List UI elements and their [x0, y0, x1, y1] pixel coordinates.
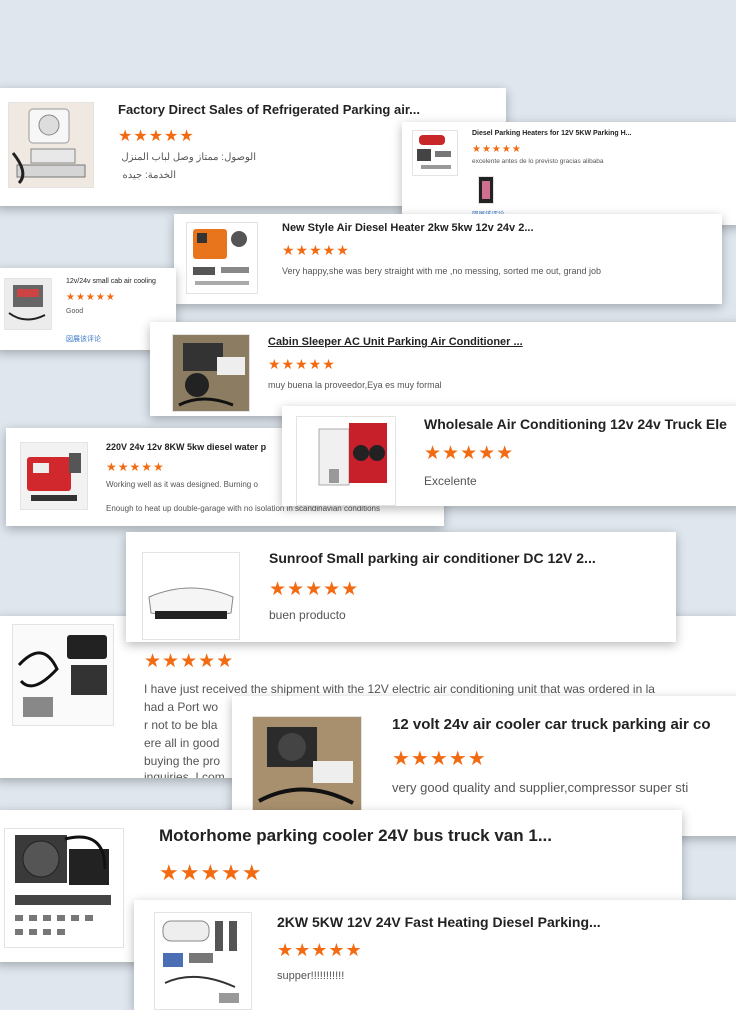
product-title[interactable]: Motorhome parking cooler 24V bus truck v…: [159, 826, 552, 846]
review-text: Excelente: [424, 474, 477, 488]
review-text: الوصول: ممتاز وصل لباب المنزل: [121, 152, 256, 163]
review-text: I have just received the shipment with t…: [144, 682, 655, 696]
star-rating: ★★★★★: [159, 860, 263, 885]
star-rating: ★★★★★: [66, 292, 116, 303]
star-rating: ★★★★★: [269, 579, 360, 600]
review-text: Very happy,she was bery straight with me…: [282, 266, 601, 276]
review-text: very good quality and supplier,compresso…: [392, 780, 689, 795]
review-card-diesel-heaters[interactable]: Diesel Parking Heaters for 12V 5KW Parki…: [402, 122, 736, 225]
product-image[interactable]: [172, 334, 250, 412]
review-card-new-style-heater[interactable]: New Style Air Diesel Heater 2kw 5kw 12v …: [174, 214, 722, 304]
product-image[interactable]: [4, 278, 52, 330]
review-text: r not to be bla: [144, 718, 218, 732]
star-rating: ★★★★★: [472, 144, 522, 155]
review-photo[interactable]: [478, 176, 494, 204]
star-rating: ★★★★★: [144, 651, 235, 672]
product-title[interactable]: Sunroof Small parking air conditioner DC…: [269, 550, 596, 566]
review-card-cabin-sleeper[interactable]: Cabin Sleeper AC Unit Parking Air Condit…: [150, 322, 736, 416]
product-image[interactable]: [12, 624, 114, 726]
product-image[interactable]: [20, 442, 88, 510]
review-text: excelente antes de lo previsto gracias a…: [472, 158, 604, 165]
review-text: ere all in good: [144, 736, 220, 750]
star-rating: ★★★★★: [106, 460, 165, 474]
product-title[interactable]: Factory Direct Sales of Refrigerated Par…: [118, 102, 420, 117]
product-title[interactable]: 12 volt 24v air cooler car truck parking…: [392, 716, 710, 733]
product-title[interactable]: Cabin Sleeper AC Unit Parking Air Condit…: [268, 336, 523, 348]
review-text: Good: [66, 308, 84, 315]
view-review-link[interactable]: 図展该评论: [66, 334, 101, 344]
review-text: inquiries. I com: [144, 770, 225, 778]
product-title[interactable]: 12v/24v small cab air cooling: [66, 278, 156, 285]
review-card-wholesale-ac[interactable]: Wholesale Air Conditioning 12v 24v Truck…: [282, 406, 736, 506]
product-image[interactable]: [142, 552, 240, 640]
product-image[interactable]: [154, 912, 252, 1010]
review-card-sunroof[interactable]: Sunroof Small parking air conditioner DC…: [126, 532, 676, 642]
review-text: supper!!!!!!!!!!!: [277, 970, 345, 982]
review-text: muy buena la proveedor,Eya es muy formal: [268, 380, 442, 390]
product-image[interactable]: [8, 102, 94, 188]
product-title[interactable]: Diesel Parking Heaters for 12V 5KW Parki…: [472, 130, 632, 137]
star-rating: ★★★★★: [277, 940, 363, 960]
star-rating: ★★★★★: [118, 128, 195, 145]
review-text: الخدمة: جيده: [122, 170, 177, 181]
review-text: Working well as it was designed. Burning…: [106, 480, 258, 489]
review-text: had a Port wo: [144, 700, 219, 714]
star-rating: ★★★★★: [392, 748, 487, 770]
star-rating: ★★★★★: [268, 356, 336, 372]
star-rating: ★★★★★: [282, 242, 350, 258]
product-title[interactable]: 220V 24v 12v 8KW 5kw diesel water p: [106, 442, 266, 452]
product-title[interactable]: Wholesale Air Conditioning 12v 24v Truck…: [424, 416, 727, 432]
product-title[interactable]: 2KW 5KW 12V 24V Fast Heating Diesel Park…: [277, 914, 601, 930]
product-image[interactable]: [252, 716, 362, 814]
product-image[interactable]: [186, 222, 258, 294]
product-image[interactable]: [4, 828, 124, 948]
product-image[interactable]: [296, 416, 396, 506]
product-title[interactable]: New Style Air Diesel Heater 2kw 5kw 12v …: [282, 222, 534, 234]
review-card-fast-heating[interactable]: 2KW 5KW 12V 24V Fast Heating Diesel Park…: [134, 900, 736, 1010]
review-text: buying the pro: [144, 754, 221, 768]
star-rating: ★★★★★: [424, 443, 515, 464]
product-image[interactable]: [412, 130, 458, 176]
review-text: buen producto: [269, 608, 346, 622]
